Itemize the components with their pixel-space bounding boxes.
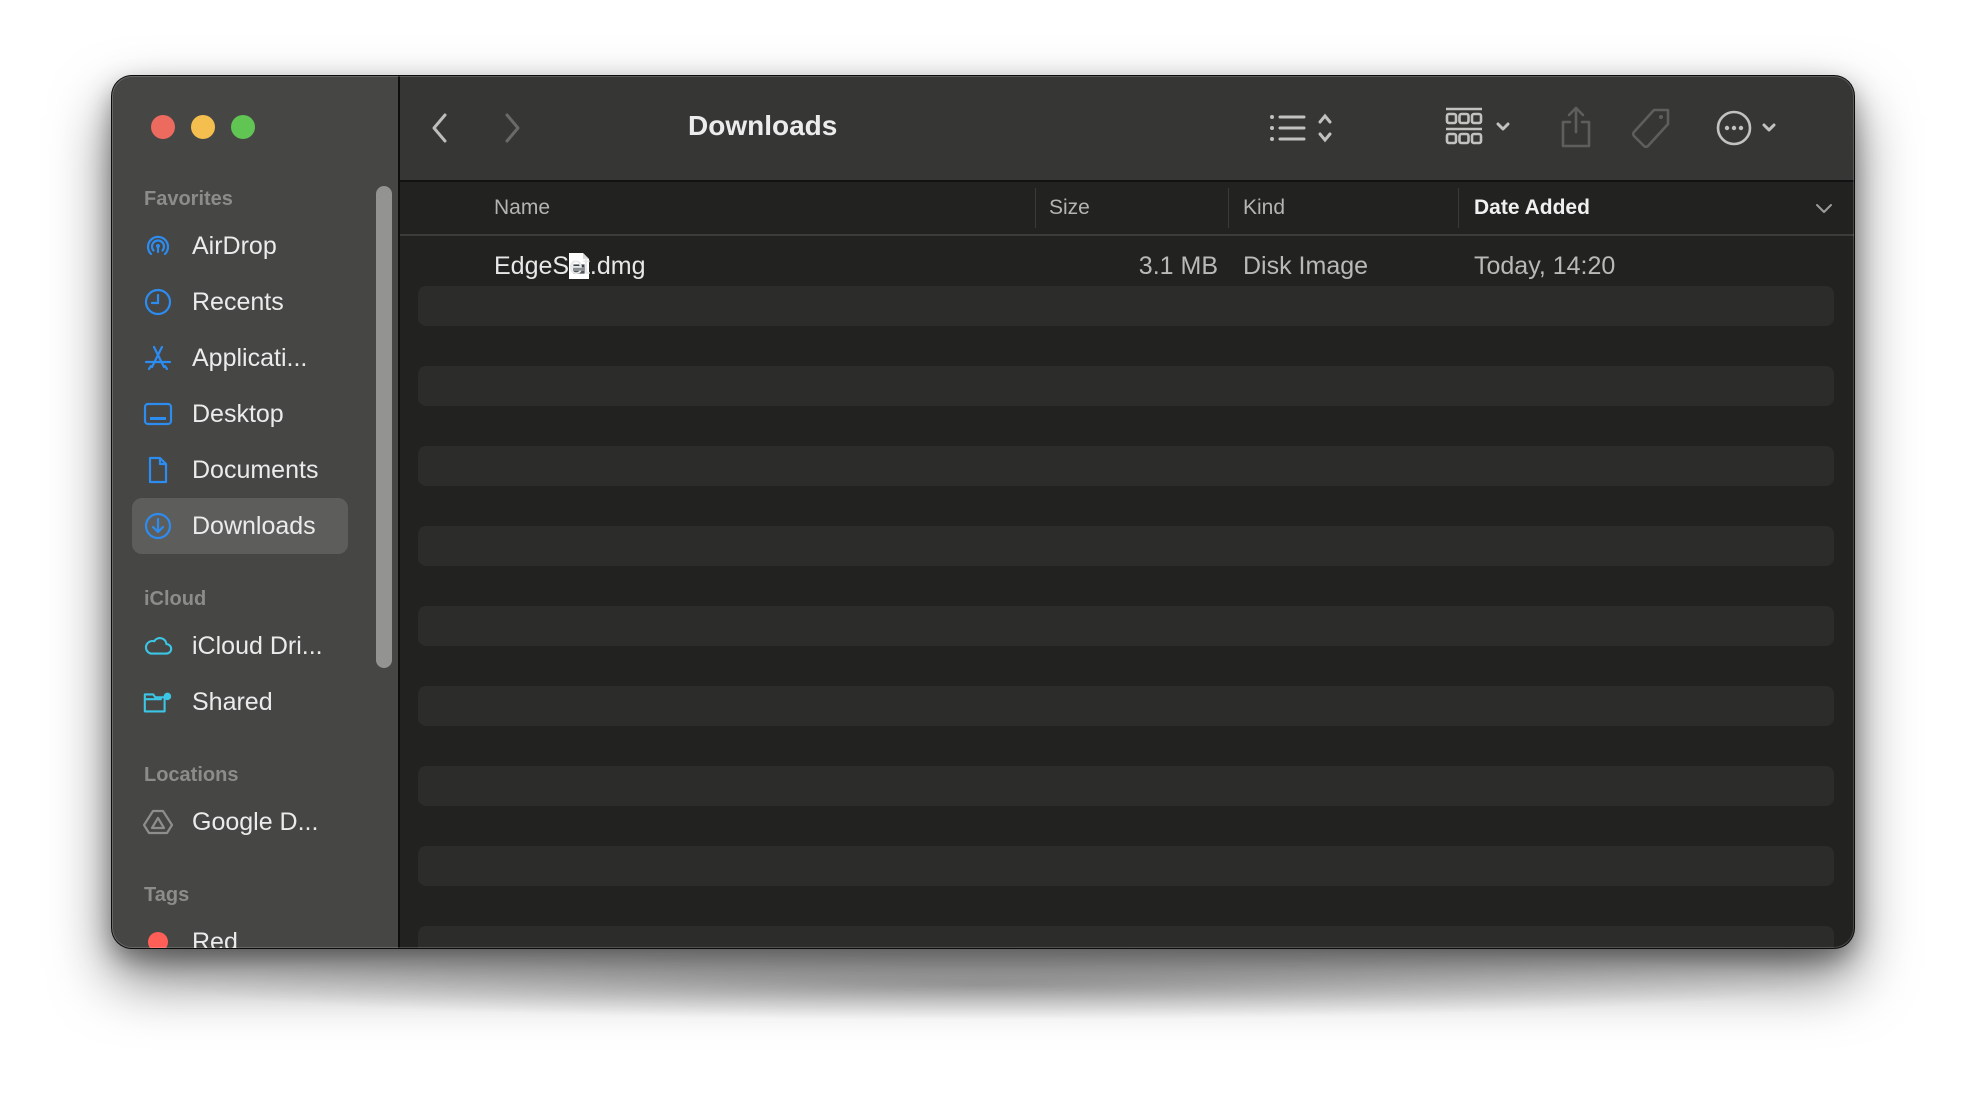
more-actions-button[interactable] [1714,106,1788,150]
empty-row-stripe [418,286,1834,326]
forward-button[interactable] [492,108,532,148]
section-icloud: iCloud [144,588,207,610]
back-button[interactable] [420,108,460,148]
sidebar-item-label: Applicati... [192,343,308,372]
sidebar-item-label: Red [192,927,238,949]
file-size: 3.1 MB [1138,252,1218,280]
file-list: EdgeSet.dmg 3.1 MB Disk Image Today, 14:… [400,236,1854,948]
share-button[interactable] [1558,104,1594,152]
sidebar-item-label: Documents [192,455,319,484]
column-size[interactable]: Size [1049,182,1090,234]
empty-row-stripe [418,686,1834,726]
airdrop-icon [142,230,174,262]
sidebar-item-tag-red[interactable]: Red [132,914,348,948]
sidebar: Favorites AirDrop Recents Applicati... D… [112,76,398,948]
sidebar-item-label: Desktop [192,399,284,428]
empty-row-stripe [418,846,1834,886]
sidebar-item-recents[interactable]: Recents [132,274,348,330]
sidebar-item-icloud-drive[interactable]: iCloud Dri... [132,618,348,674]
sidebar-item-label: Downloads [192,511,316,540]
chevron-down-icon [1816,204,1832,213]
applications-icon [142,342,174,374]
close-button[interactable] [151,115,175,139]
window-title: Downloads [688,110,838,141]
tag-icon [1631,108,1670,149]
column-separator[interactable] [1035,188,1036,228]
sidebar-item-applications[interactable]: Applicati... [132,330,348,386]
sidebar-scrollbar[interactable] [376,186,392,668]
sidebar-item-label: AirDrop [192,231,277,260]
list-view-icon [1270,113,1332,143]
empty-row-stripe [418,606,1834,646]
sidebar-item-google-drive[interactable]: Google D... [132,794,348,850]
empty-row-stripe [418,366,1834,406]
sidebar-item-label: Shared [192,687,273,716]
empty-row-stripe [418,926,1834,948]
sidebar-item-airdrop[interactable]: AirDrop [132,218,348,274]
column-separator[interactable] [1458,188,1459,228]
sidebar-item-desktop[interactable]: Desktop [132,386,348,442]
column-kind[interactable]: Kind [1243,182,1285,234]
section-tags: Tags [144,884,190,906]
column-date-added[interactable]: Date Added [1474,182,1590,234]
sidebar-item-label: Recents [192,287,284,316]
column-name[interactable]: Name [494,182,550,234]
file-date-added: Today, 14:20 [1474,252,1616,280]
toolbar: Downloads [400,76,1854,182]
minimize-button[interactable] [191,115,215,139]
sidebar-item-label: Google D... [192,807,319,836]
empty-row-stripe [418,766,1834,806]
sidebar-item-documents[interactable]: Documents [132,442,348,498]
column-header: Name Size Kind Date Added [400,182,1854,236]
table-row[interactable]: EdgeSet.dmg 3.1 MB Disk Image Today, 14:… [400,246,1854,286]
view-options-button[interactable] [1266,106,1346,150]
clock-icon [142,286,174,318]
file-name: EdgeSet.dmg [494,252,646,280]
tag-button[interactable] [1630,106,1676,152]
section-locations: Locations [144,764,239,786]
section-favorites: Favorites [144,188,233,210]
shared-folder-icon [142,686,174,718]
google-drive-icon [142,806,174,838]
document-icon [142,454,174,486]
tag-red-dot-icon [142,926,174,948]
desktop-icon [142,398,174,430]
column-separator[interactable] [1228,188,1229,228]
maximize-button[interactable] [231,115,255,139]
chevron-left-icon [432,113,447,143]
window-shadow [160,950,1810,1020]
gallery-group-icon [1445,107,1510,145]
sidebar-item-label: iCloud Dri... [192,631,323,660]
group-by-button[interactable] [1440,102,1520,152]
finder-window: Favorites AirDrop Recents Applicati... D… [112,76,1854,948]
ellipsis-circle-icon [1716,110,1776,146]
file-kind: Disk Image [1243,252,1369,280]
sort-direction-button[interactable] [1812,196,1836,220]
empty-row-stripe [418,446,1834,486]
share-icon [1561,106,1591,148]
sidebar-item-shared[interactable]: Shared [132,674,348,730]
cloud-icon [142,630,174,662]
empty-row-stripe [418,526,1834,566]
sidebar-item-downloads[interactable]: Downloads [132,498,348,554]
chevron-right-icon [505,113,520,143]
download-icon [142,510,174,542]
